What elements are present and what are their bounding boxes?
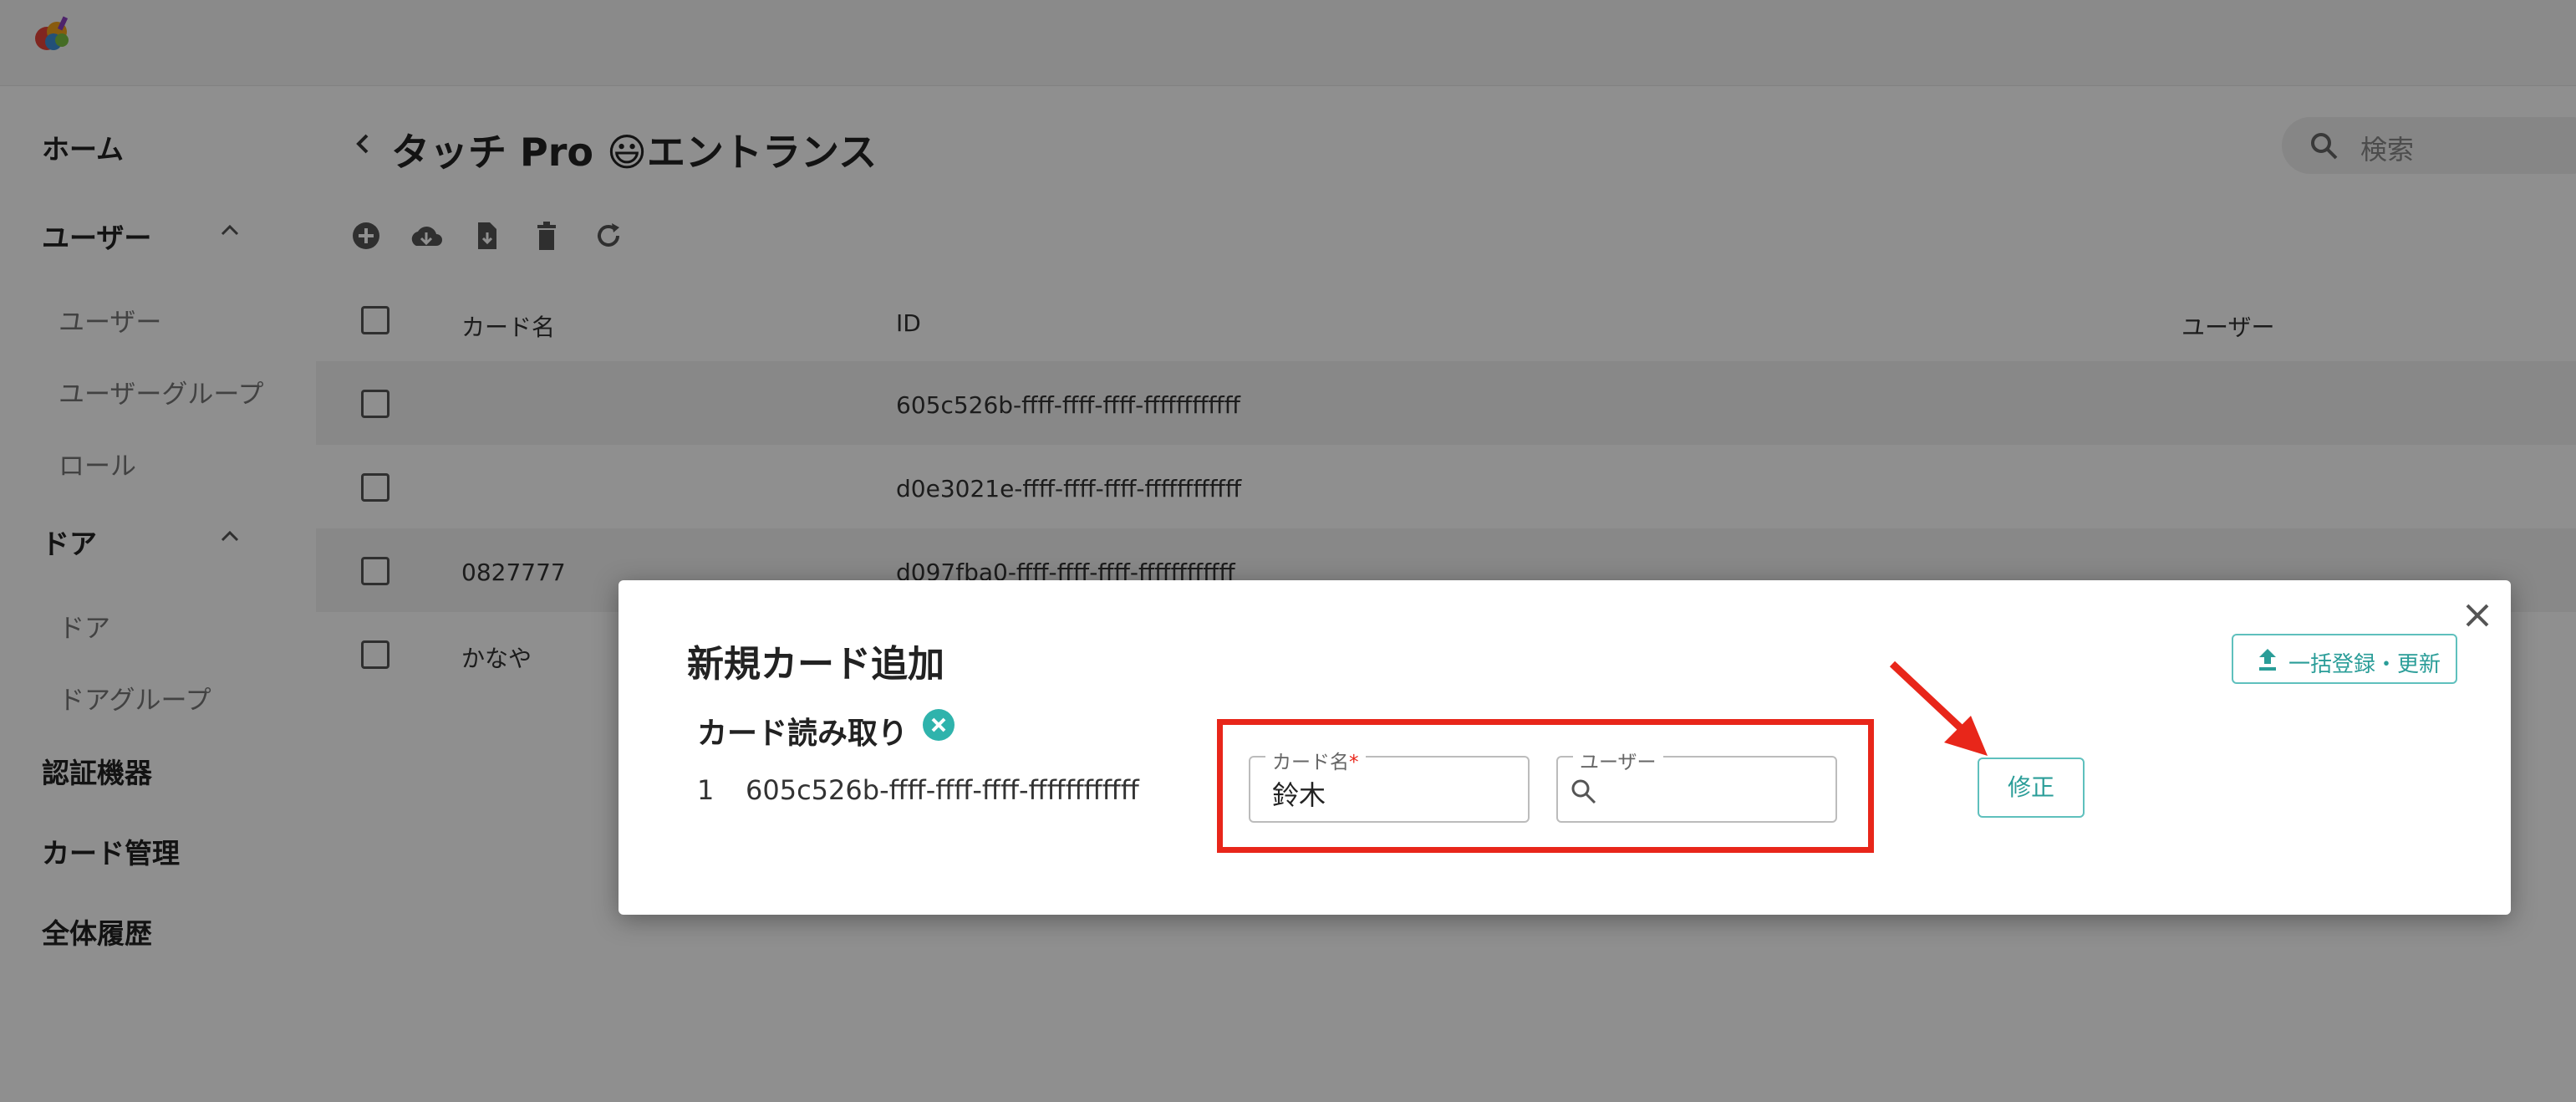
user-field[interactable]: ユーザー	[1556, 746, 1837, 823]
new-card-dialog: 新規カード追加 一括登録・更新 カード読み取り 1 605c526b-ffff-…	[619, 580, 2511, 915]
reader-card-id: 605c526b-ffff-ffff-ffff-ffffffffffff	[746, 774, 1139, 806]
modal-backdrop[interactable]	[0, 0, 2576, 1102]
upload-icon	[2259, 649, 2276, 671]
bulk-register-button[interactable]: 一括登録・更新	[2232, 634, 2457, 684]
bulk-register-label: 一括登録・更新	[2288, 652, 2441, 677]
user-field-label: ユーザー	[1573, 746, 1663, 774]
clear-reader-icon[interactable]	[921, 707, 956, 742]
reader-index: 1	[697, 774, 715, 806]
dialog-title: 新規カード追加	[687, 643, 944, 686]
card-name-label: カード名*	[1265, 746, 1366, 774]
close-icon[interactable]	[2462, 600, 2492, 630]
search-icon	[1571, 779, 1596, 804]
card-reader-label: カード読み取り	[697, 717, 909, 751]
card-name-field[interactable]: カード名* 鈴木	[1249, 746, 1530, 823]
card-name-input[interactable]: 鈴木	[1272, 774, 1326, 813]
required-mark: *	[1349, 752, 1359, 773]
annotation-arrow-icon	[1889, 661, 1988, 756]
